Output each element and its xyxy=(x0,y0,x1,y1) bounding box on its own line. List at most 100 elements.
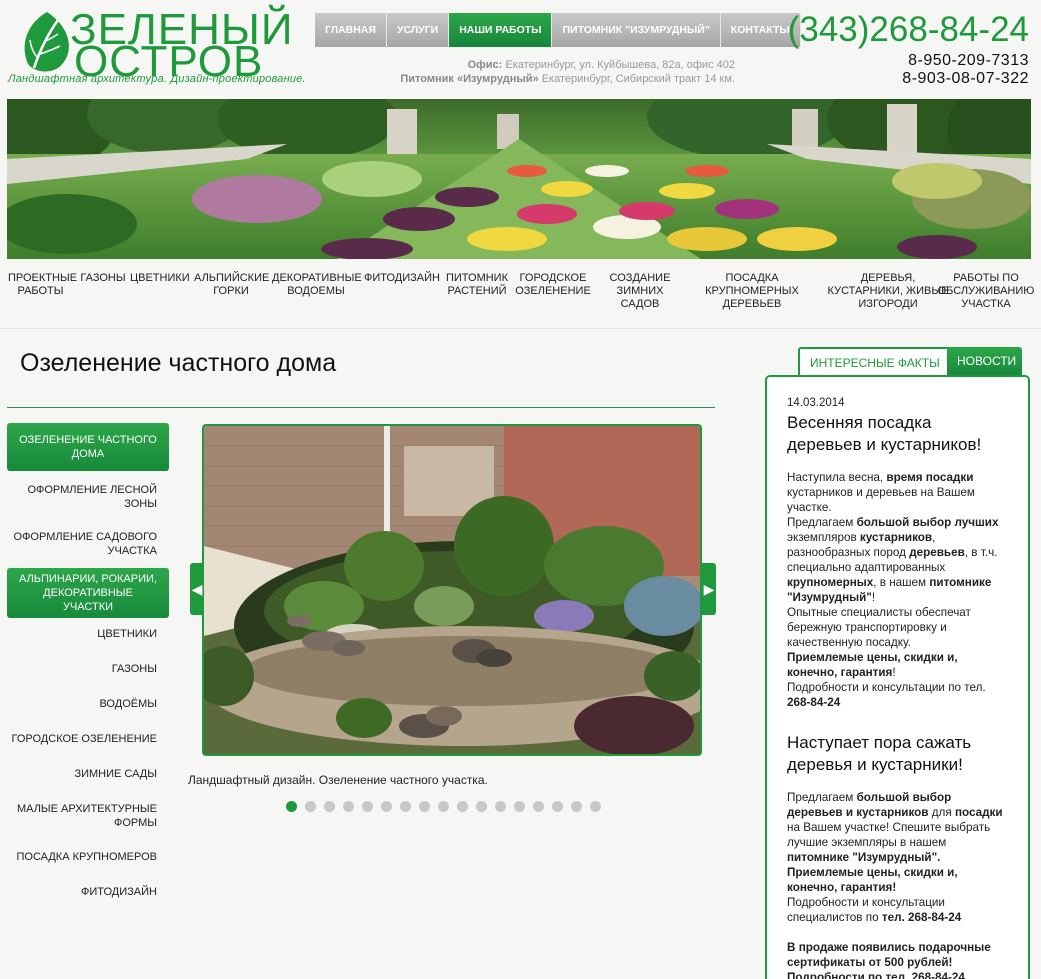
sidebar-item-lawns[interactable]: ГАЗОНЫ xyxy=(7,662,169,676)
sidebar-item-rockeries[interactable]: АЛЬПИНАРИИ, РОКАРИИ, ДЕКОРАТИВНЫЕ УЧАСТК… xyxy=(7,568,169,618)
news-text: кустарников и деревьев на Вашем участке. xyxy=(787,486,975,514)
slider-dot[interactable] xyxy=(533,801,544,812)
news-body: Предлагаем большой выбор деревьев и куст… xyxy=(787,790,1008,925)
news-text: Опытные специалисты обеспечат бережную т… xyxy=(787,606,971,649)
leaf-logo-icon xyxy=(24,12,69,72)
cat-plant-nursery[interactable]: ПИТОМНИК РАСТЕНИЙ xyxy=(444,272,510,298)
tab-news[interactable]: НОВОСТИ xyxy=(947,347,1022,375)
header-banner-image xyxy=(7,99,1031,259)
cat-label-line: РАБОТЫ xyxy=(17,285,64,297)
slider-dot[interactable] xyxy=(419,801,430,812)
news-text: ! xyxy=(871,591,876,604)
phone-main[interactable]: (343)268-84-24 xyxy=(788,10,1029,50)
sidebar-item-winter-gardens[interactable]: ЗИМНИЕ САДЫ xyxy=(7,767,169,781)
news-text-bold: В продаже появились подарочные сертифика… xyxy=(787,941,991,969)
cat-label-line: АЛЬПИЙСКИЕ xyxy=(194,272,270,284)
cat-label-line: ОБСЛУЖИВАНИЮ xyxy=(937,285,1035,297)
news-title[interactable]: Наступает пора сажать деревья и кустарни… xyxy=(787,732,1008,776)
cat-label-line: ФИТОДИЗАЙН xyxy=(364,272,440,284)
cat-phytodesign[interactable]: ФИТОДИЗАЙН xyxy=(363,272,441,285)
tab-interesting-facts[interactable]: ИНТЕРЕСНЫЕ ФАКТЫ xyxy=(798,347,952,375)
cat-site-maintenance[interactable]: РАБОТЫ ПО ОБСЛУЖИВАНИЮ УЧАСТКА xyxy=(935,272,1037,311)
sidebar-item-garden-plot[interactable]: ОФОРМЛЕНИЕ САДОВОГО УЧАСТКА xyxy=(7,530,169,558)
slider-dot[interactable] xyxy=(286,801,297,812)
cat-label-line: ЦВЕТНИКИ xyxy=(130,272,190,284)
news-text-bold: деревьев xyxy=(909,546,965,559)
cat-alpine-hills[interactable]: АЛЬПИЙСКИЕ ГОРКИ xyxy=(194,272,270,298)
slider-dot[interactable] xyxy=(362,801,373,812)
sidebar-item-ponds[interactable]: ВОДОЁМЫ xyxy=(7,697,169,711)
slider-dot[interactable] xyxy=(552,801,563,812)
sidebar-item-flowerbeds[interactable]: ЦВЕТНИКИ xyxy=(7,627,169,641)
cat-label-line: ОЗЕЛЕНЕНИЕ xyxy=(515,285,591,297)
news-phone[interactable]: 268-84-24 xyxy=(787,696,840,709)
sidebar-item-label: ПОСАДКА КРУПНОМЕРОВ xyxy=(16,851,157,863)
cat-city-greening[interactable]: ГОРОДСКОЕ ОЗЕЛЕНЕНИЕ xyxy=(512,272,594,298)
phone-alt-2[interactable]: 8-903-08-07-322 xyxy=(829,70,1029,88)
cat-label-line: РАБОТЫ ПО xyxy=(953,272,1019,284)
sidebar-item-label: МАЛЫЕ АРХИТЕКТУРНЫЕ xyxy=(16,803,157,815)
sidebar-item-small-architecture[interactable]: МАЛЫЕ АРХИТЕКТУРНЫЕ ФОРМЫ xyxy=(7,802,169,830)
cat-label-line: ГАЗОНЫ xyxy=(80,272,126,284)
news-text-bold: посадки xyxy=(954,806,1003,819)
sidebar-item-large-trees[interactable]: ПОСАДКА КРУПНОМЕРОВ xyxy=(7,850,169,864)
slider-dot[interactable] xyxy=(571,801,582,812)
news-text-bold: большой выбор лучших xyxy=(856,516,999,529)
sidebar-item-label: ОФОРМЛЕНИЕ САДОВОГО xyxy=(13,531,157,543)
logo[interactable]: ЗЕЛЕНЫЙ ОСТРОВ Ландшафтная архитектура. … xyxy=(8,8,314,88)
gallery-slider-image[interactable] xyxy=(202,424,702,756)
sidebar-item-label: ГОРОДСКОЕ ОЗЕЛЕНЕНИЕ xyxy=(11,733,158,745)
cat-label-line: САДОВ xyxy=(620,298,660,310)
cat-flowerbeds[interactable]: ЦВЕТНИКИ xyxy=(130,272,190,285)
sidebar-item-label: ОФОРМЛЕНИЕ ЛЕСНОЙ xyxy=(27,484,157,496)
cat-project-works[interactable]: ПРОЕКТНЫЕ РАБОТЫ xyxy=(8,272,77,298)
slider-prev-button[interactable]: ◀ xyxy=(190,563,204,615)
sidebar-item-label: УЧАСТКА xyxy=(107,545,157,557)
chevron-right-icon: ▶ xyxy=(703,581,715,597)
cat-label-line: ПИТОМНИК xyxy=(445,272,508,284)
news-title[interactable]: Весенняя посадка деревьев и кустарников! xyxy=(787,412,1008,456)
cat-decorative-ponds[interactable]: ДЕКОРАТИВНЫЕ ВОДОЕМЫ xyxy=(272,272,362,298)
slider-dot[interactable] xyxy=(438,801,449,812)
office-line: Офис: Екатеринбург, ул. Куйбышева, 82а, … xyxy=(330,58,735,72)
phone-alt-1[interactable]: 8-950-209-7313 xyxy=(829,52,1029,70)
divider xyxy=(0,328,1041,329)
nursery-address: Екатеринбург, Сибирский тракт 14 км. xyxy=(541,73,735,85)
cat-lawns[interactable]: ГАЗОНЫ xyxy=(80,272,126,285)
news-body: Наступила весна, время посадки кустарник… xyxy=(787,470,1008,710)
sidebar-item-label: ЦВЕТНИКИ xyxy=(97,628,157,640)
slider-dot[interactable] xyxy=(343,801,354,812)
slider-dot[interactable] xyxy=(514,801,525,812)
news-phone[interactable]: тел. 268-84-24 xyxy=(882,911,961,924)
topnav-home[interactable]: ГЛАВНАЯ xyxy=(315,13,387,47)
slider-dot[interactable] xyxy=(590,801,601,812)
sidebar-item-label: ВОДОЁМЫ xyxy=(99,698,157,710)
slider-dot[interactable] xyxy=(305,801,316,812)
sidebar-item-forest-zone[interactable]: ОФОРМЛЕНИЕ ЛЕСНОЙ ЗОНЫ xyxy=(7,483,169,511)
sidebar-item-city-greening[interactable]: ГОРОДСКОЕ ОЗЕЛЕНЕНИЕ xyxy=(7,732,169,746)
topnav-services[interactable]: УСЛУГИ xyxy=(386,13,450,47)
office-address: Екатеринбург, ул. Куйбышева, 82а, офис 4… xyxy=(505,59,735,71)
sidebar-item-phytodesign[interactable]: ФИТОДИЗАЙН xyxy=(7,885,169,899)
slider-dot[interactable] xyxy=(381,801,392,812)
slider-dot[interactable] xyxy=(495,801,506,812)
sidebar-item-private-house[interactable]: ОЗЕЛЕНЕНИЕ ЧАСТНОГО ДОМА xyxy=(7,423,169,471)
news-text-bold: Приемлемые цены, скидки и, конечно, гара… xyxy=(787,651,958,679)
office-label: Офис: xyxy=(467,59,503,71)
cat-winter-gardens[interactable]: СОЗДАНИЕ ЗИМНИХ САДОВ xyxy=(604,272,676,311)
page-title: Озеленение частного дома xyxy=(20,349,337,377)
news-text: Наступила весна, xyxy=(787,471,887,484)
category-navigation: ПРОЕКТНЫЕ РАБОТЫ ГАЗОНЫ ЦВЕТНИКИ АЛЬПИЙС… xyxy=(0,272,1041,322)
slider-dot[interactable] xyxy=(400,801,411,812)
topnav-our-works[interactable]: НАШИ РАБОТЫ xyxy=(449,13,553,47)
slider-dot[interactable] xyxy=(324,801,335,812)
slider-dot[interactable] xyxy=(476,801,487,812)
cat-label-line: СОЗДАНИЕ xyxy=(609,272,671,284)
slider-dot[interactable] xyxy=(457,801,468,812)
news-text-bold: время посадки xyxy=(886,471,974,484)
slider-next-button[interactable]: ▶ xyxy=(702,563,716,615)
topnav-nursery[interactable]: ПИТОМНИК "ИЗУМРУДНЫЙ" xyxy=(552,13,721,47)
news-text: на Вашем участке! Спешите выбрать лучшие… xyxy=(787,821,991,849)
